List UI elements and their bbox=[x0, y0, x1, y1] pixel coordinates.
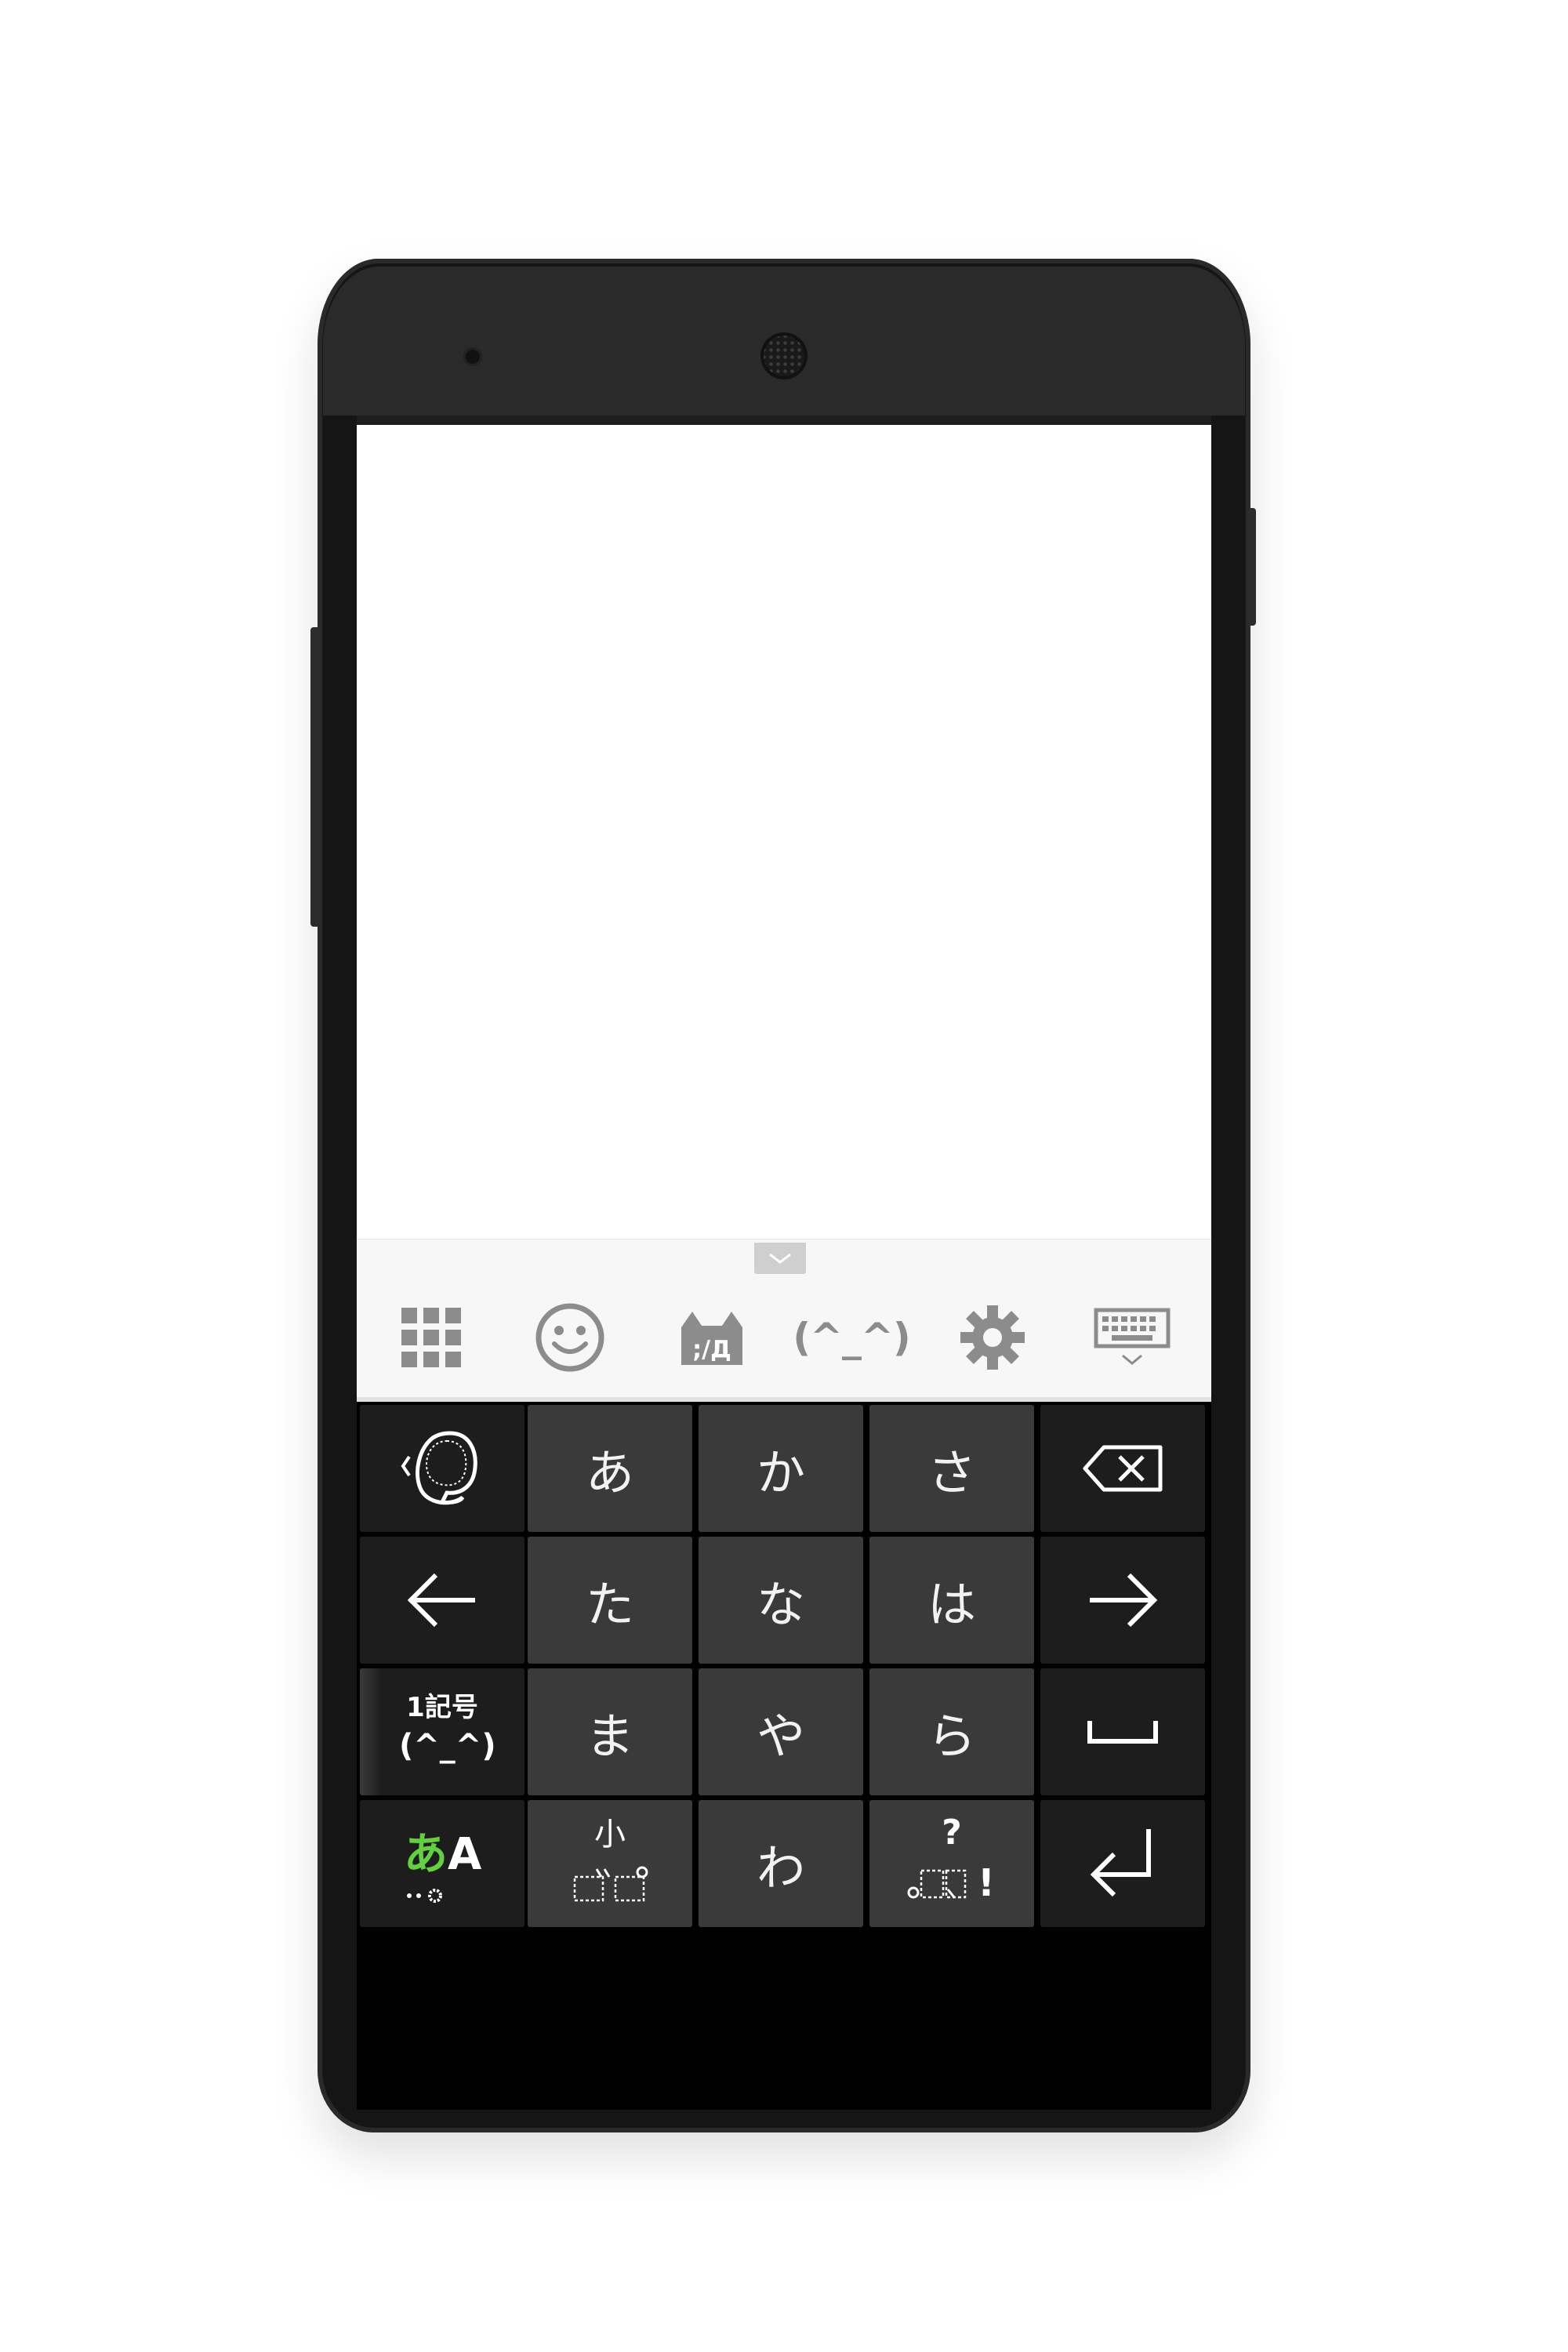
key-label: は bbox=[927, 1576, 976, 1633]
key-wa[interactable]: わ bbox=[699, 1800, 863, 1927]
volume-button bbox=[310, 627, 320, 927]
key-label: ら bbox=[927, 1708, 976, 1765]
power-button bbox=[1247, 508, 1256, 626]
question-mark-label: ? bbox=[942, 1813, 962, 1853]
symbol-key-line1: 1記号 bbox=[406, 1692, 478, 1723]
key-ta[interactable]: た bbox=[528, 1537, 692, 1664]
keyboard-toolbar: ;/Д (^_^) bbox=[357, 1239, 1211, 1398]
space-key[interactable] bbox=[1040, 1668, 1205, 1795]
grid-menu-button[interactable] bbox=[372, 1290, 490, 1385]
exclamation-label: ! bbox=[978, 1861, 995, 1905]
voice-input-key[interactable] bbox=[360, 1405, 524, 1532]
speech-bubble-icon bbox=[401, 1431, 477, 1505]
collapse-toolbar-button[interactable] bbox=[754, 1243, 806, 1274]
key-label: や bbox=[756, 1708, 805, 1765]
text-input-area[interactable] bbox=[357, 425, 1211, 1239]
key-label: さ bbox=[927, 1444, 976, 1501]
key-ha[interactable]: は bbox=[869, 1537, 1034, 1664]
cat-face-icon: ;/Д bbox=[681, 1312, 742, 1365]
gear-icon bbox=[960, 1305, 1025, 1370]
arrow-right-icon bbox=[1090, 1573, 1158, 1628]
space-icon bbox=[1087, 1721, 1158, 1744]
key-label: な bbox=[756, 1576, 805, 1633]
key-a[interactable]: あ bbox=[528, 1405, 692, 1532]
kaomoji-button[interactable]: (^_^) bbox=[793, 1290, 910, 1385]
latin-mode-label: A bbox=[448, 1829, 482, 1880]
chevron-down-icon bbox=[769, 1253, 791, 1264]
small-key-label: 小 bbox=[594, 1817, 626, 1853]
key-ma[interactable]: ま bbox=[528, 1668, 692, 1795]
small-dakuten-key[interactable]: 小 bbox=[528, 1800, 692, 1927]
phone-bottom-bezel bbox=[357, 1933, 1211, 2110]
front-camera bbox=[463, 347, 482, 366]
device-mockup: ;/Д (^_^) あ か さ た な は 1記号 (^_^) ま や ら あA… bbox=[0, 0, 1568, 2352]
enter-key[interactable] bbox=[1040, 1800, 1205, 1927]
key-ya[interactable]: や bbox=[699, 1668, 863, 1795]
emoji-button[interactable] bbox=[511, 1290, 629, 1385]
cursor-right-key[interactable] bbox=[1040, 1537, 1205, 1664]
key-ka[interactable]: か bbox=[699, 1405, 863, 1532]
key-label: あ bbox=[585, 1444, 634, 1501]
key-label: た bbox=[585, 1576, 634, 1633]
key-label: わ bbox=[756, 1839, 805, 1896]
key-label: か bbox=[756, 1444, 805, 1501]
japanese-flick-keyboard: あ か さ た な は 1記号 (^_^) ま や ら あA 小 わ ? ! bbox=[357, 1402, 1211, 1933]
key-ra[interactable]: ら bbox=[869, 1668, 1034, 1795]
cursor-left-key[interactable] bbox=[360, 1537, 524, 1664]
grid-icon bbox=[401, 1308, 461, 1367]
status-bar bbox=[357, 416, 1211, 425]
deco-emoji-button[interactable]: ;/Д bbox=[653, 1290, 771, 1385]
keyboard-hide-icon bbox=[1094, 1308, 1171, 1365]
earpiece-speaker bbox=[760, 332, 808, 379]
backspace-icon bbox=[1083, 1445, 1163, 1492]
hide-keyboard-button[interactable] bbox=[1073, 1290, 1191, 1385]
dakuten-handakuten-icon bbox=[573, 1866, 648, 1902]
settings-button[interactable] bbox=[934, 1290, 1051, 1385]
punctuation-key[interactable]: ? ! bbox=[869, 1800, 1034, 1927]
key-sa[interactable]: さ bbox=[869, 1405, 1034, 1532]
svg-text:;/Д: ;/Д bbox=[692, 1336, 731, 1363]
arrow-left-icon bbox=[407, 1573, 475, 1628]
symbol-key-line2: (^_^) bbox=[399, 1728, 496, 1764]
kaomoji-label: (^_^) bbox=[793, 1315, 910, 1360]
enter-icon bbox=[1090, 1829, 1151, 1897]
input-mode-key[interactable]: あA bbox=[360, 1800, 524, 1927]
dots-gear-icon bbox=[407, 1889, 442, 1903]
punctuation-icon bbox=[907, 1869, 967, 1899]
symbol-key[interactable]: 1記号 (^_^) bbox=[360, 1668, 524, 1795]
backspace-key[interactable] bbox=[1040, 1405, 1205, 1532]
hiragana-mode-label: あ bbox=[404, 1829, 448, 1880]
screen: ;/Д (^_^) あ か さ た な は 1記号 (^_^) ま や ら あA… bbox=[357, 416, 1211, 1933]
input-mode-label: あA bbox=[404, 1831, 482, 1878]
key-label: ま bbox=[585, 1708, 634, 1765]
key-na[interactable]: な bbox=[699, 1537, 863, 1664]
smiley-icon bbox=[535, 1303, 604, 1372]
